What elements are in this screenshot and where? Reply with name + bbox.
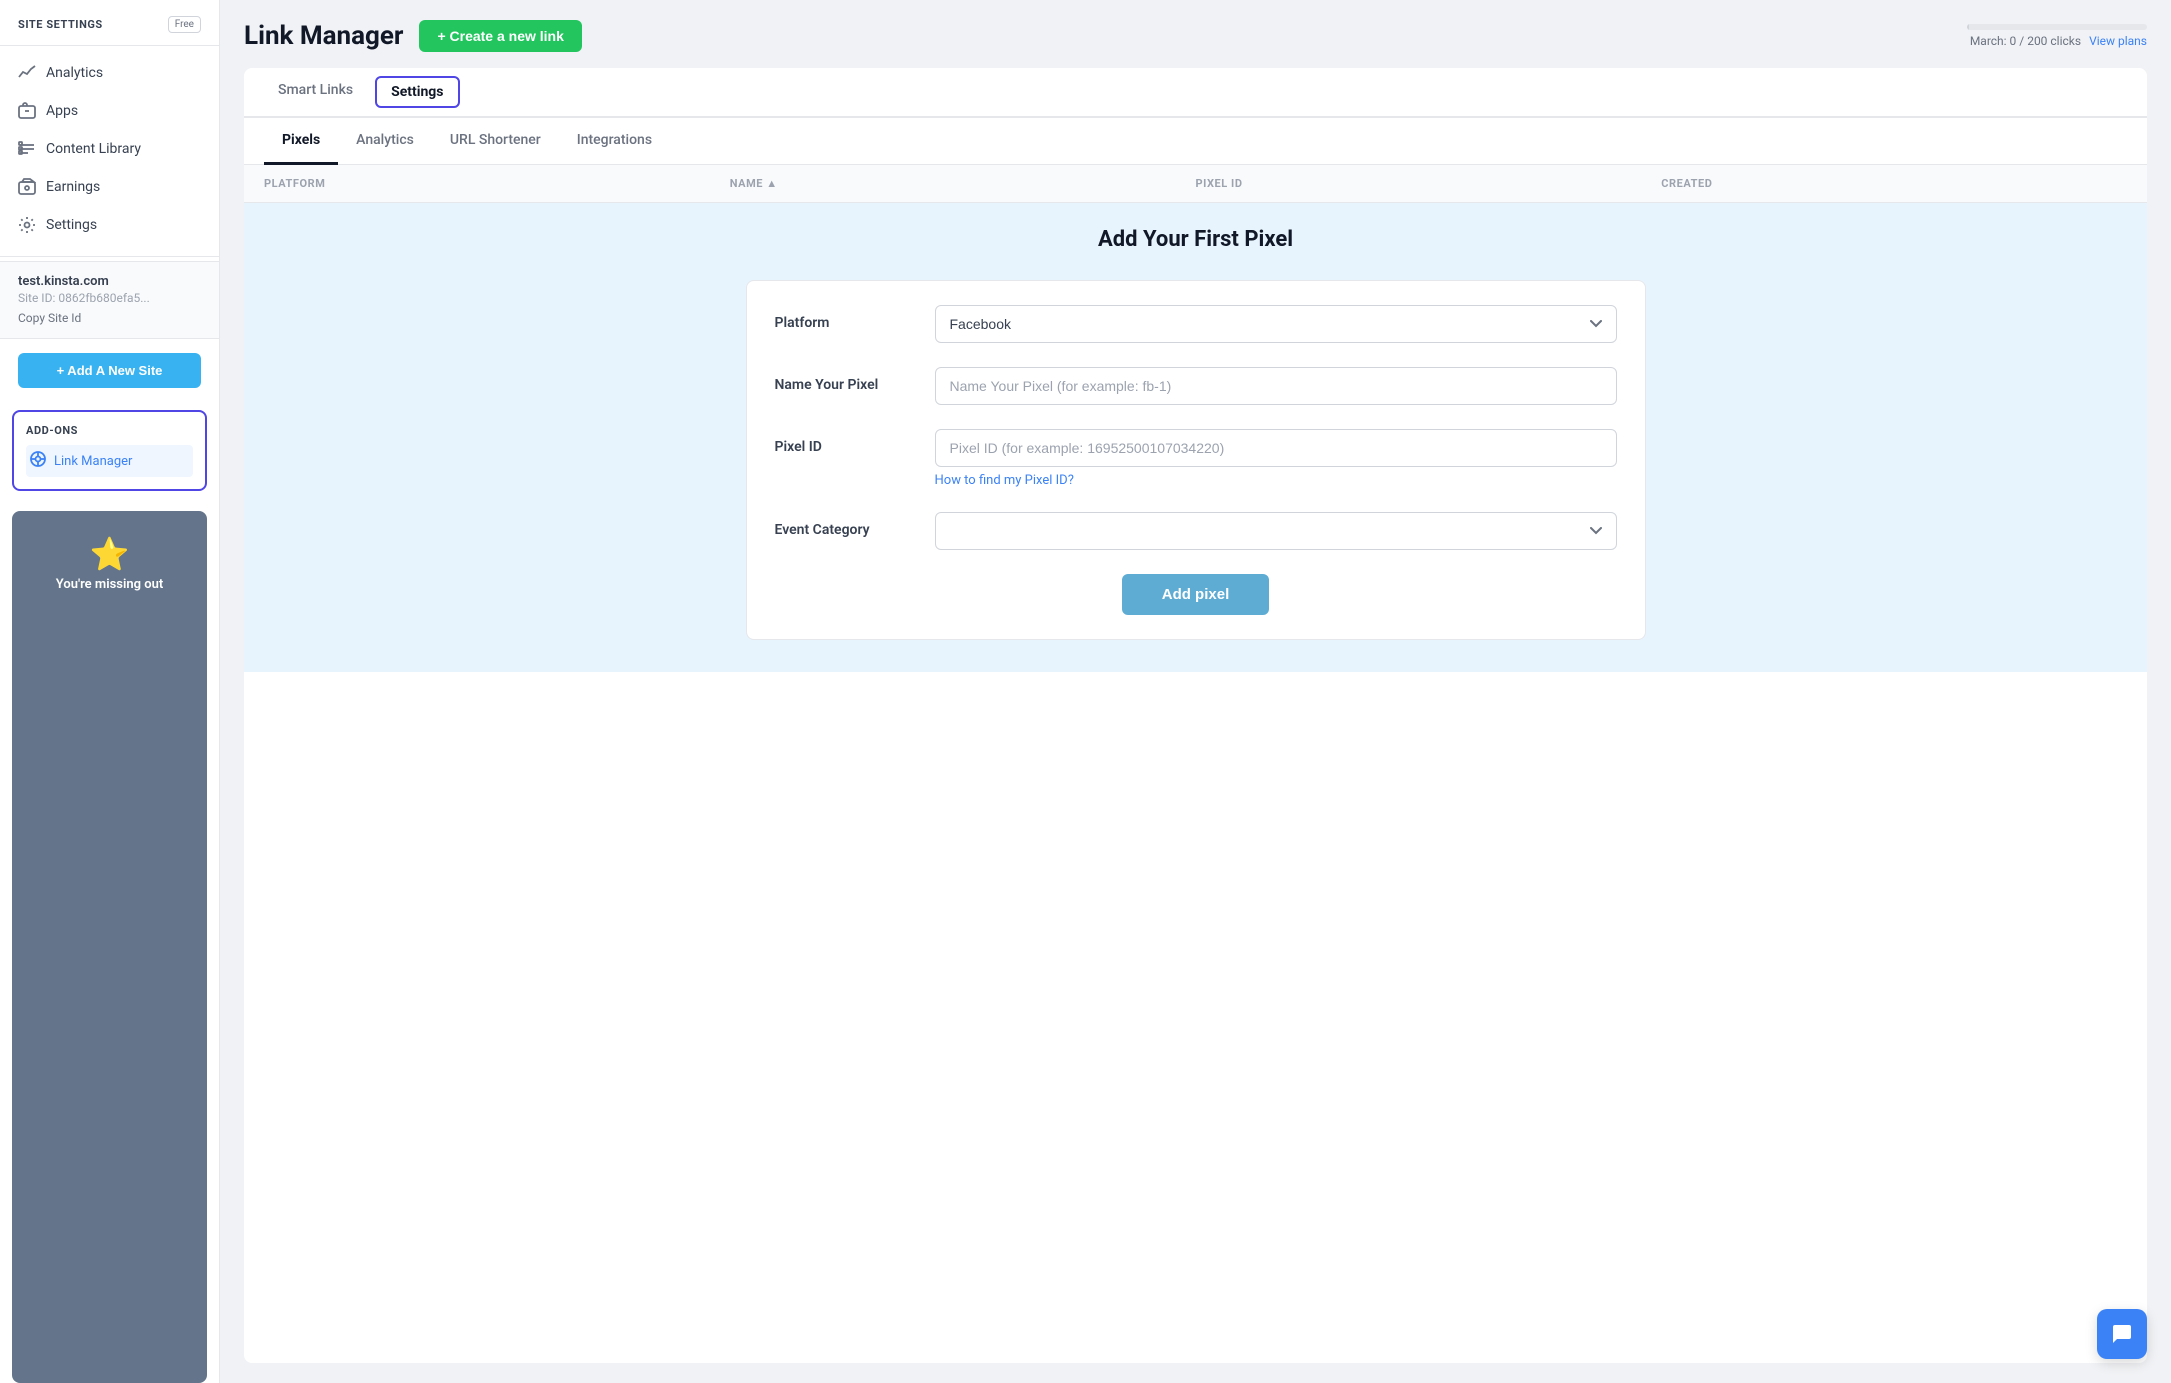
clicks-info: March: 0 / 200 clicks View plans [1970, 34, 2147, 48]
addon-item-link-manager[interactable]: Link Manager [26, 445, 193, 477]
pixel-name-input-wrap [935, 367, 1617, 405]
platform-label: Platform [775, 305, 915, 331]
platform-row: Platform Facebook Google Twitter LinkedI… [775, 305, 1617, 343]
chat-button[interactable] [2097, 1309, 2147, 1359]
free-badge: Free [168, 16, 201, 33]
missing-out-section: ⭐ You're missing out [12, 511, 207, 1383]
platform-input-wrap: Facebook Google Twitter LinkedIn Pintere… [935, 305, 1617, 343]
site-settings-title: SITE SETTINGS [18, 18, 103, 31]
sidebar: SITE SETTINGS Free Analytics Apps [0, 0, 220, 1383]
add-pixel-section: Add Your First Pixel Platform Facebook G… [244, 203, 2147, 672]
header-left: Link Manager + Create a new link [244, 20, 582, 52]
copy-site-id-btn[interactable]: Copy Site Id [18, 311, 81, 325]
sidebar-item-settings-label: Settings [46, 217, 97, 233]
addons-section: ADD-ONS Link Manager [12, 410, 207, 491]
pixel-name-row: Name Your Pixel [775, 367, 1617, 405]
view-plans-link[interactable]: View plans [2089, 34, 2147, 48]
content-library-icon [18, 140, 36, 158]
earnings-icon [18, 178, 36, 196]
pixel-id-input-wrap: How to find my Pixel ID? [935, 429, 1617, 488]
add-pixel-title: Add Your First Pixel [264, 227, 2127, 252]
event-category-row: Event Category [775, 512, 1617, 550]
sidebar-item-analytics[interactable]: Analytics [0, 54, 219, 92]
link-manager-icon [30, 451, 46, 471]
add-site-button[interactable]: + Add A New Site [18, 353, 201, 388]
sub-tabs: Pixels Analytics URL Shortener Integrati… [244, 118, 2147, 165]
pixel-id-input[interactable] [935, 429, 1617, 467]
add-pixel-button[interactable]: Add pixel [1122, 574, 1270, 615]
col-name: NAME ▲ [730, 177, 1196, 190]
sidebar-nav: Analytics Apps [0, 46, 219, 252]
clicks-bar-fill [1967, 24, 1969, 30]
sidebar-item-content-library-label: Content Library [46, 141, 141, 157]
clicks-progress-bar [1967, 24, 2147, 30]
addons-title: ADD-ONS [26, 424, 193, 437]
pixel-id-row: Pixel ID How to find my Pixel ID? [775, 429, 1617, 488]
content-area: Pixels Analytics URL Shortener Integrati… [244, 118, 2147, 1363]
page-header: Link Manager + Create a new link March: … [244, 20, 2147, 52]
missing-out-text: You're missing out [24, 577, 195, 592]
tab-smart-links[interactable]: Smart Links [260, 68, 371, 118]
site-id: Site ID: 0862fb680efa5... [18, 291, 201, 305]
missing-out-icon: ⭐ [24, 535, 195, 573]
sidebar-header: SITE SETTINGS Free [0, 0, 219, 46]
tab-settings[interactable]: Settings [375, 76, 459, 108]
sidebar-item-apps-label: Apps [46, 103, 78, 119]
main-content: Link Manager + Create a new link March: … [220, 0, 2171, 1383]
chat-icon [2110, 1322, 2134, 1346]
event-category-input-wrap [935, 512, 1617, 550]
header-right: March: 0 / 200 clicks View plans [1967, 24, 2147, 48]
settings-icon [18, 216, 36, 234]
analytics-icon [18, 64, 36, 82]
event-category-select[interactable] [935, 512, 1617, 550]
sub-tab-url-shortener[interactable]: URL Shortener [432, 118, 559, 165]
sub-tab-integrations[interactable]: Integrations [559, 118, 670, 165]
col-created: CREATED [1661, 177, 2127, 190]
sidebar-item-apps[interactable]: Apps [0, 92, 219, 130]
pixel-name-input[interactable] [935, 367, 1617, 405]
sidebar-item-content-library[interactable]: Content Library [0, 130, 219, 168]
sidebar-item-earnings[interactable]: Earnings [0, 168, 219, 206]
apps-icon [18, 102, 36, 120]
sub-tab-pixels[interactable]: Pixels [264, 118, 338, 165]
page-title: Link Manager [244, 21, 403, 51]
pixel-id-label: Pixel ID [775, 429, 915, 455]
site-domain: test.kinsta.com [18, 274, 201, 289]
sidebar-divider [0, 256, 219, 257]
table-header: PLATFORM NAME ▲ PIXEL ID CREATED [244, 165, 2147, 203]
sub-tab-analytics[interactable]: Analytics [338, 118, 432, 165]
col-platform: PLATFORM [264, 177, 730, 190]
clicks-label: March: 0 / 200 clicks [1970, 34, 2081, 48]
col-pixel-id: PIXEL ID [1196, 177, 1662, 190]
site-info: test.kinsta.com Site ID: 0862fb680efa5..… [0, 261, 219, 339]
primary-tabs: Smart Links Settings [244, 68, 2147, 118]
platform-select[interactable]: Facebook Google Twitter LinkedIn Pintere… [935, 305, 1617, 343]
addon-item-label: Link Manager [54, 454, 132, 469]
pixel-name-label: Name Your Pixel [775, 367, 915, 393]
site-id-value: 0862fb680efa5... [58, 291, 149, 305]
event-category-label: Event Category [775, 512, 915, 538]
sidebar-item-settings[interactable]: Settings [0, 206, 219, 244]
site-id-label: Site ID: [18, 291, 55, 305]
sidebar-item-earnings-label: Earnings [46, 179, 100, 195]
pixel-id-help-link[interactable]: How to find my Pixel ID? [935, 473, 1617, 488]
sidebar-item-analytics-label: Analytics [46, 65, 103, 81]
create-new-link-button[interactable]: + Create a new link [419, 20, 581, 52]
pixel-form: Platform Facebook Google Twitter LinkedI… [746, 280, 1646, 640]
